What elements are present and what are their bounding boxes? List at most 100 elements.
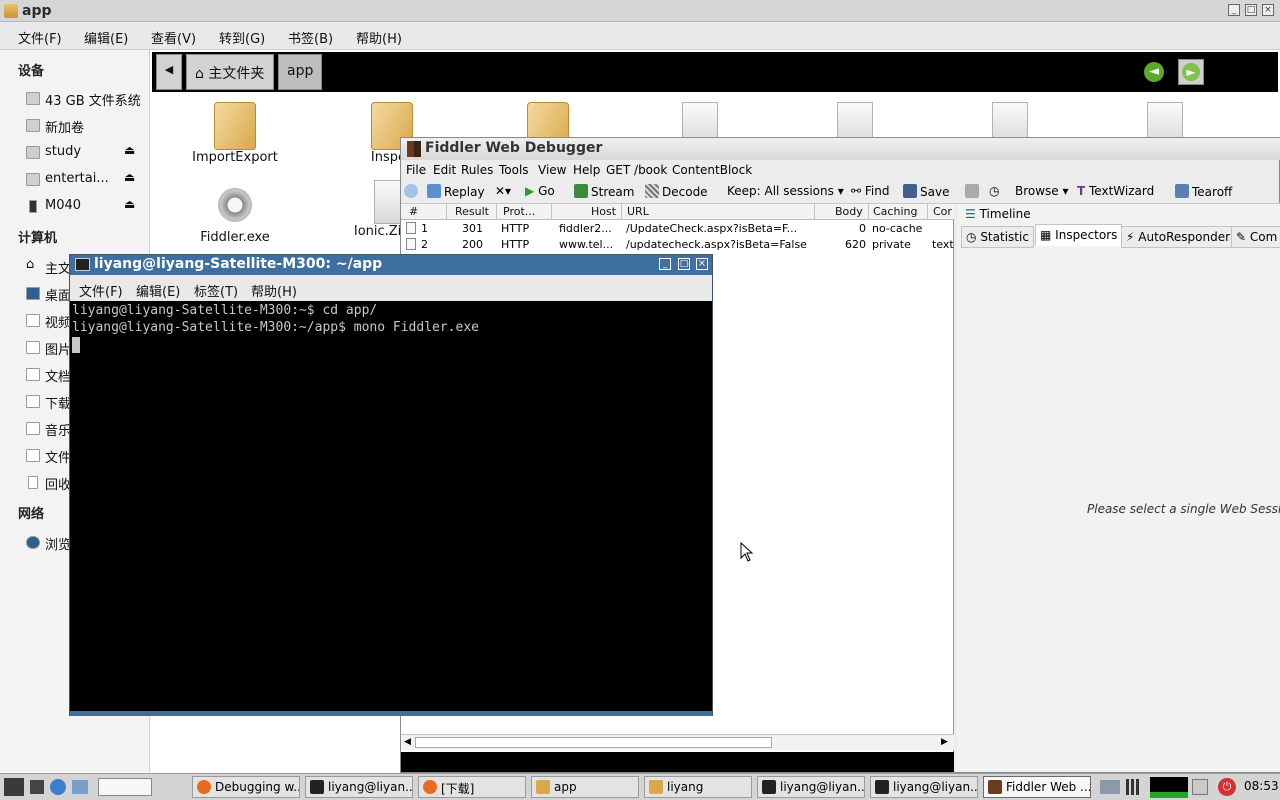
- sidebar-item-study[interactable]: study ⏏: [26, 143, 146, 163]
- decode-button[interactable]: Decode: [645, 184, 708, 199]
- menu-edit[interactable]: 编辑(E): [136, 281, 180, 300]
- user-icon[interactable]: [1192, 779, 1208, 795]
- menu-go[interactable]: 转到(G): [219, 28, 265, 47]
- menu-rules[interactable]: Rules: [461, 163, 493, 177]
- comment-button[interactable]: [404, 184, 421, 199]
- column-divider: [621, 204, 622, 220]
- col-caching[interactable]: Caching: [873, 205, 917, 218]
- find-label: Find: [864, 184, 890, 198]
- tab-timeline[interactable]: ☰ Timeline: [961, 204, 1035, 226]
- taskbar-item-downloads[interactable]: [下载]: [418, 776, 526, 798]
- menu-tools[interactable]: Tools: [499, 163, 529, 177]
- browser-launcher-icon[interactable]: [50, 779, 66, 795]
- tab-composer-label: Com: [1249, 230, 1278, 244]
- path-back-button[interactable]: ◀: [156, 54, 182, 90]
- maximize-button[interactable]: □: [1245, 4, 1257, 16]
- file-item[interactable]: ImportExport: [165, 102, 305, 165]
- network-tray-icon[interactable]: [1100, 780, 1120, 794]
- col-result[interactable]: Result: [455, 205, 489, 218]
- terminal-output[interactable]: liyang@liyang-Satellite-M300:~$ cd app/ …: [70, 301, 712, 711]
- network-icon: [26, 536, 40, 549]
- taskbar-item-fiddler[interactable]: Fiddler Web ...: [983, 776, 1091, 798]
- taskbar-item-terminal[interactable]: liyang@liyan...: [305, 776, 413, 798]
- horizontal-scrollbar[interactable]: ◀ ▶: [401, 734, 954, 750]
- menu-edit[interactable]: Edit: [433, 163, 456, 177]
- path-current-button[interactable]: app: [278, 54, 322, 90]
- signal-strength-icon[interactable]: [1126, 779, 1144, 795]
- menu-tabs[interactable]: 标签(T): [194, 281, 238, 300]
- find-button[interactable]: ⚯ Find: [851, 184, 889, 198]
- timer-button[interactable]: ◷: [989, 184, 999, 198]
- keep-sessions-dropdown[interactable]: Keep: All sessions ▾: [727, 184, 844, 198]
- close-button[interactable]: ×: [1262, 4, 1274, 16]
- col-url[interactable]: URL: [627, 205, 649, 218]
- terminal-window: liyang@liyang-Satellite-M300: ~/app _ □ …: [69, 254, 713, 716]
- textwizard-button[interactable]: T TextWizard: [1077, 184, 1154, 198]
- taskbar-item-browser[interactable]: Debugging w...: [192, 776, 300, 798]
- workspace-switcher[interactable]: [98, 778, 152, 796]
- terminal-border: [70, 711, 712, 716]
- session-row[interactable]: 1 301 HTTP fiddler2... /UpdateCheck.aspx…: [401, 221, 954, 237]
- minimize-button[interactable]: _: [659, 258, 671, 270]
- sidebar-item-entertainment[interactable]: entertai... ⏏: [26, 170, 146, 190]
- tab-composer[interactable]: ✎ Com: [1231, 226, 1280, 248]
- power-icon[interactable]: ⏻: [1218, 778, 1236, 796]
- cpu-monitor-icon[interactable]: [1150, 777, 1188, 798]
- go-button[interactable]: ▶ Go: [525, 184, 555, 198]
- file-manager-launcher-icon[interactable]: [72, 780, 88, 794]
- taskbar-item-liyang[interactable]: liyang: [644, 776, 752, 798]
- taskbar-item-terminal-2[interactable]: liyang@liyan...: [757, 776, 865, 798]
- show-desktop-icon[interactable]: [30, 780, 44, 794]
- tab-statistics[interactable]: ◷ Statistic: [961, 226, 1034, 248]
- sidebar-item-new-volume[interactable]: 新加卷: [26, 116, 146, 136]
- tab-autoresponder[interactable]: ⚡ AutoResponder: [1121, 226, 1236, 248]
- back-arrow-icon[interactable]: ◄: [1144, 62, 1164, 82]
- close-button[interactable]: ×: [696, 258, 708, 270]
- replay-button[interactable]: Replay: [427, 184, 485, 199]
- save-button[interactable]: Save: [903, 184, 949, 199]
- start-menu-icon[interactable]: [4, 778, 24, 796]
- session-result: 301: [462, 222, 483, 235]
- scroll-left-icon[interactable]: ◀: [404, 737, 411, 747]
- menu-help[interactable]: 帮助(H): [251, 281, 297, 300]
- menu-view[interactable]: View: [538, 163, 566, 177]
- menu-contentblock[interactable]: ContentBlock: [672, 163, 752, 177]
- menu-help[interactable]: 帮助(H): [356, 28, 402, 47]
- path-home-button[interactable]: ⌂ 主文件夹: [186, 54, 274, 90]
- menu-file[interactable]: File: [406, 163, 426, 177]
- quickexec-input[interactable]: [401, 752, 954, 772]
- browse-button[interactable]: Browse ▾: [1015, 184, 1069, 198]
- session-row[interactable]: 2 200 HTTP www.tel... /updatecheck.aspx?…: [401, 237, 954, 253]
- taskbar-item-terminal-3[interactable]: liyang@liyan...: [870, 776, 978, 798]
- tab-inspectors[interactable]: ▦ Inspectors: [1035, 224, 1123, 246]
- menu-bookmarks[interactable]: 书签(B): [288, 28, 333, 47]
- eject-icon[interactable]: ⏏: [124, 143, 135, 157]
- folder-icon: [4, 4, 18, 18]
- minimize-button[interactable]: _: [1228, 4, 1240, 16]
- file-item[interactable]: Fiddler.exe: [165, 188, 305, 245]
- screenshot-button[interactable]: [965, 184, 982, 199]
- forward-button[interactable]: ►: [1178, 59, 1204, 85]
- taskbar-item-app[interactable]: app: [531, 776, 639, 798]
- col-body[interactable]: Body: [835, 205, 863, 218]
- stream-button[interactable]: Stream: [574, 184, 634, 199]
- menu-help[interactable]: Help: [573, 163, 600, 177]
- menu-edit[interactable]: 编辑(E): [84, 28, 128, 47]
- menu-get-book[interactable]: GET /book: [606, 163, 667, 177]
- tearoff-button[interactable]: Tearoff: [1175, 184, 1232, 199]
- menu-file[interactable]: 文件(F): [18, 28, 62, 47]
- col-host[interactable]: Host: [591, 205, 616, 218]
- sidebar-item-m040[interactable]: M040 ⏏: [26, 197, 146, 217]
- sidebar-item-filesystem[interactable]: 43 GB 文件系统: [26, 89, 146, 109]
- col-protocol[interactable]: Prot...: [503, 205, 535, 218]
- maximize-button[interactable]: □: [678, 258, 690, 270]
- col-number[interactable]: #: [409, 205, 418, 218]
- eject-icon[interactable]: ⏏: [124, 197, 135, 211]
- col-content-type[interactable]: Cor: [933, 205, 952, 218]
- scroll-right-icon[interactable]: ▶: [941, 737, 948, 747]
- menu-file[interactable]: 文件(F): [79, 281, 123, 300]
- eject-icon[interactable]: ⏏: [124, 170, 135, 184]
- remove-button[interactable]: ✕▾: [495, 184, 511, 198]
- scrollbar-thumb[interactable]: [415, 737, 772, 748]
- menu-view[interactable]: 查看(V): [151, 28, 196, 47]
